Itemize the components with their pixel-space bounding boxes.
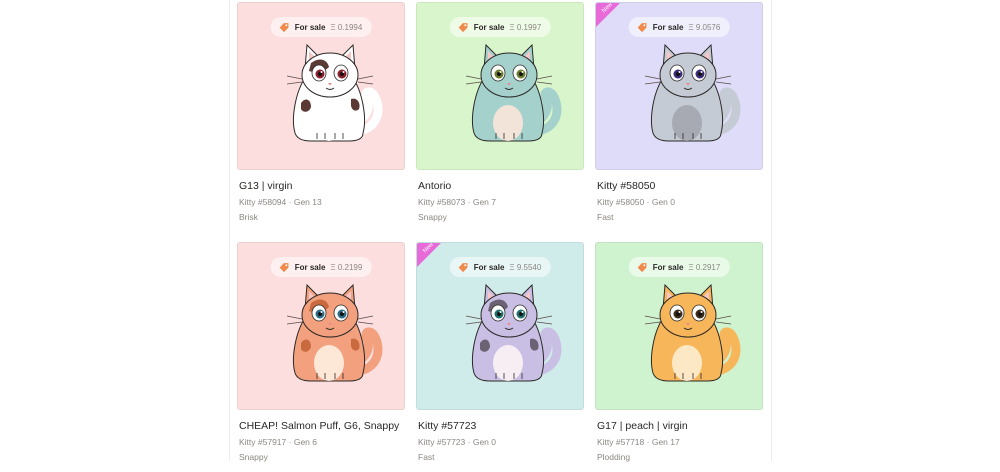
kitty-id: Kitty #58094 (239, 197, 287, 207)
kitty-gen: Gen 17 (651, 437, 680, 447)
kitty-id: Kitty #57917 (239, 437, 287, 447)
left-divider (229, 0, 230, 461)
cat-illustration (286, 43, 383, 142)
price-value: Ξ 0.2917 (688, 262, 721, 272)
cat-illustration (644, 43, 741, 142)
kitty-gen: Gen 0 (472, 437, 496, 447)
kitty-title[interactable]: CHEAP! Salmon Puff, G6, Snappy (239, 420, 399, 432)
kitty-card[interactable]: For sale Ξ 0.2917 G17 | peach | virgin K… (595, 242, 763, 472)
kitty-gen: Gen 13 (293, 197, 322, 207)
kitty-id: Kitty #58050 (597, 197, 645, 207)
kitty-id-gen: Kitty #58094 · Gen 13 (239, 197, 322, 207)
for-sale-label: For sale (294, 22, 326, 32)
for-sale-label: For sale (473, 22, 505, 32)
kitty-card[interactable]: For sale Ξ 0.1994 G13 | virgin Kitty #58… (237, 2, 405, 232)
kitty-cooldown-speed: Snappy (418, 212, 447, 222)
kitty-image-panel[interactable]: For sale Ξ 0.1994 (237, 2, 405, 170)
kitty-title[interactable]: Kitty #57723 (418, 420, 476, 432)
kitty-title[interactable]: G13 | virgin (239, 180, 293, 192)
price-value: Ξ 0.1994 (330, 22, 363, 32)
cat-illustration (644, 283, 741, 382)
cat-illustration (286, 283, 383, 382)
kitty-id-gen: Kitty #57917 · Gen 6 (239, 437, 317, 447)
kitty-image-panel[interactable]: New For sale Ξ 9.0576 (595, 2, 763, 170)
price-value: Ξ 0.2199 (330, 262, 363, 272)
kitty-id-gen: Kitty #57718 · Gen 17 (597, 437, 680, 447)
cat-illustration (465, 283, 562, 382)
kitty-title[interactable]: G17 | peach | virgin (597, 420, 688, 432)
price-value: Ξ 0.1997 (509, 22, 542, 32)
kitty-gen: Gen 0 (651, 197, 675, 207)
price-tag-icon (458, 262, 468, 272)
for-sale-label: For sale (652, 22, 684, 32)
kitty-grid: For sale Ξ 0.1994 G13 | virgin Kitty #58… (237, 2, 763, 472)
for-sale-label: For sale (473, 262, 505, 272)
new-ribbon-badge: New (596, 3, 620, 27)
kitty-card[interactable]: For sale Ξ 0.2199 CHEAP! Salmon Puff, G6… (237, 242, 405, 472)
new-ribbon-badge: New (417, 243, 441, 267)
kitty-id: Kitty #57718 (597, 437, 645, 447)
kitty-card[interactable]: For sale Ξ 0.1997 Antorio Kitty #58073 ·… (416, 2, 584, 232)
price-tag-icon (637, 22, 647, 32)
kitty-title[interactable]: Kitty #58050 (597, 180, 655, 192)
kitty-title[interactable]: Antorio (418, 180, 451, 192)
kitty-id: Kitty #58073 (418, 197, 466, 207)
kitty-cooldown-speed: Brisk (239, 212, 258, 222)
kitty-card[interactable]: New For sale Ξ 9.0576 Kitty #58050 Kitty… (595, 2, 763, 232)
kitty-id: Kitty #57723 (418, 437, 466, 447)
kitty-image-panel[interactable]: For sale Ξ 0.1997 (416, 2, 584, 170)
for-sale-label: For sale (294, 262, 326, 272)
kitty-gen: Gen 7 (472, 197, 496, 207)
kitty-image-panel[interactable]: For sale Ξ 0.2199 (237, 242, 405, 410)
kitty-image-panel[interactable]: New For sale Ξ 9.5540 (416, 242, 584, 410)
kitty-image-panel[interactable]: For sale Ξ 0.2917 (595, 242, 763, 410)
right-divider (771, 0, 772, 461)
kitty-id-gen: Kitty #58073 · Gen 7 (418, 197, 496, 207)
price-tag-icon (637, 262, 647, 272)
kitty-gen: Gen 6 (293, 437, 317, 447)
price-value: Ξ 9.5540 (509, 262, 542, 272)
kitty-cooldown-speed: Fast (597, 212, 614, 222)
price-tag-icon (458, 22, 468, 32)
price-tag-icon (279, 262, 289, 272)
price-value: Ξ 9.0576 (688, 22, 721, 32)
cat-illustration (465, 43, 562, 142)
kitty-id-gen: Kitty #57723 · Gen 0 (418, 437, 496, 447)
kitty-card[interactable]: New For sale Ξ 9.5540 Kitty #57723 Kitty… (416, 242, 584, 472)
kitty-id-gen: Kitty #58050 · Gen 0 (597, 197, 675, 207)
price-tag-icon (279, 22, 289, 32)
for-sale-label: For sale (652, 262, 684, 272)
